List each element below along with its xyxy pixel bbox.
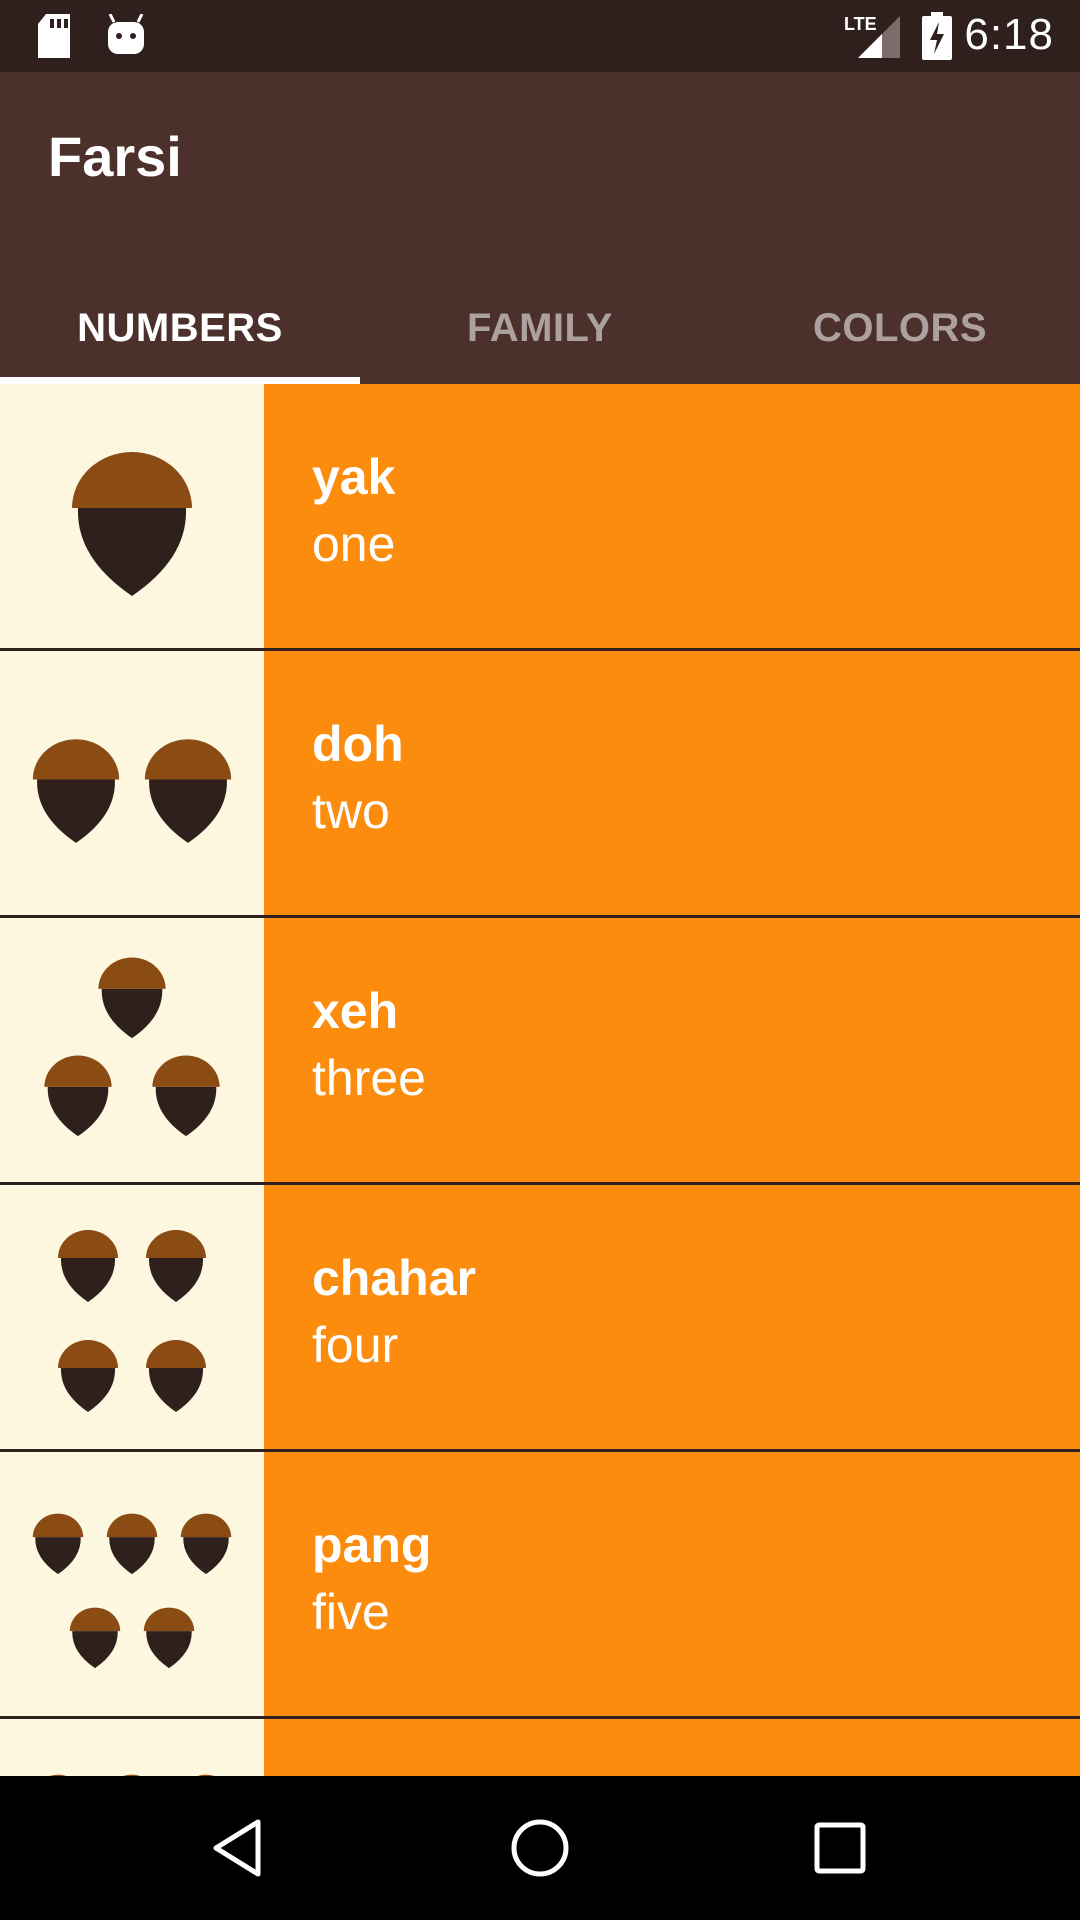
three-acorns-image <box>0 918 264 1182</box>
two-acorns-image <box>0 651 264 915</box>
app-bar: Farsi NUMBERS FAMILY COLORS <box>0 72 1080 384</box>
tab-colors-label: COLORS <box>812 305 988 350</box>
svg-text:LTE: LTE <box>844 14 877 34</box>
tab-bar: NUMBERS FAMILY COLORS <box>0 272 1080 384</box>
list-item[interactable]: yak one <box>0 384 1080 651</box>
tab-indicator <box>0 377 360 384</box>
list-item[interactable] <box>0 1719 1080 1776</box>
farsi-word: chahar <box>312 1250 476 1306</box>
list-item[interactable]: pang five <box>0 1452 1080 1719</box>
farsi-word: doh <box>312 716 404 772</box>
home-icon[interactable] <box>500 1808 580 1888</box>
farsi-word: xeh <box>312 983 399 1039</box>
word-list[interactable]: yak one doh two xeh three chahar four pa… <box>0 384 1080 1776</box>
recents-icon[interactable] <box>800 1808 880 1888</box>
english-translation: three <box>312 1050 426 1106</box>
battery-charging-icon <box>922 12 952 65</box>
list-item[interactable]: doh two <box>0 651 1080 918</box>
status-time: 6:18 <box>964 10 1054 59</box>
status-bar: LTE 6:18 <box>0 0 1080 72</box>
page-title: Farsi <box>48 125 182 188</box>
list-item[interactable]: chahar four <box>0 1185 1080 1452</box>
tab-numbers-label: NUMBERS <box>77 305 283 350</box>
list-item[interactable]: xeh three <box>0 918 1080 1185</box>
four-acorns-image <box>0 1185 264 1449</box>
six-acorns-image <box>0 1719 264 1776</box>
english-translation: five <box>312 1584 390 1640</box>
one-acorn-image <box>0 384 264 648</box>
five-acorns-image <box>0 1452 264 1716</box>
tab-numbers[interactable]: NUMBERS <box>0 272 360 384</box>
english-translation: one <box>312 516 396 572</box>
navigation-bar <box>0 1776 1080 1920</box>
english-translation: four <box>312 1317 399 1373</box>
android-debug-icon <box>106 13 146 61</box>
english-translation: two <box>312 783 390 839</box>
farsi-word: pang <box>312 1517 432 1573</box>
back-icon[interactable] <box>200 1808 280 1888</box>
farsi-word: yak <box>312 449 396 505</box>
lte-signal-icon: LTE <box>842 12 900 63</box>
tab-colors[interactable]: COLORS <box>720 272 1080 384</box>
tab-family[interactable]: FAMILY <box>360 272 720 384</box>
tab-family-label: FAMILY <box>467 305 613 350</box>
sd-card-icon <box>36 14 72 63</box>
